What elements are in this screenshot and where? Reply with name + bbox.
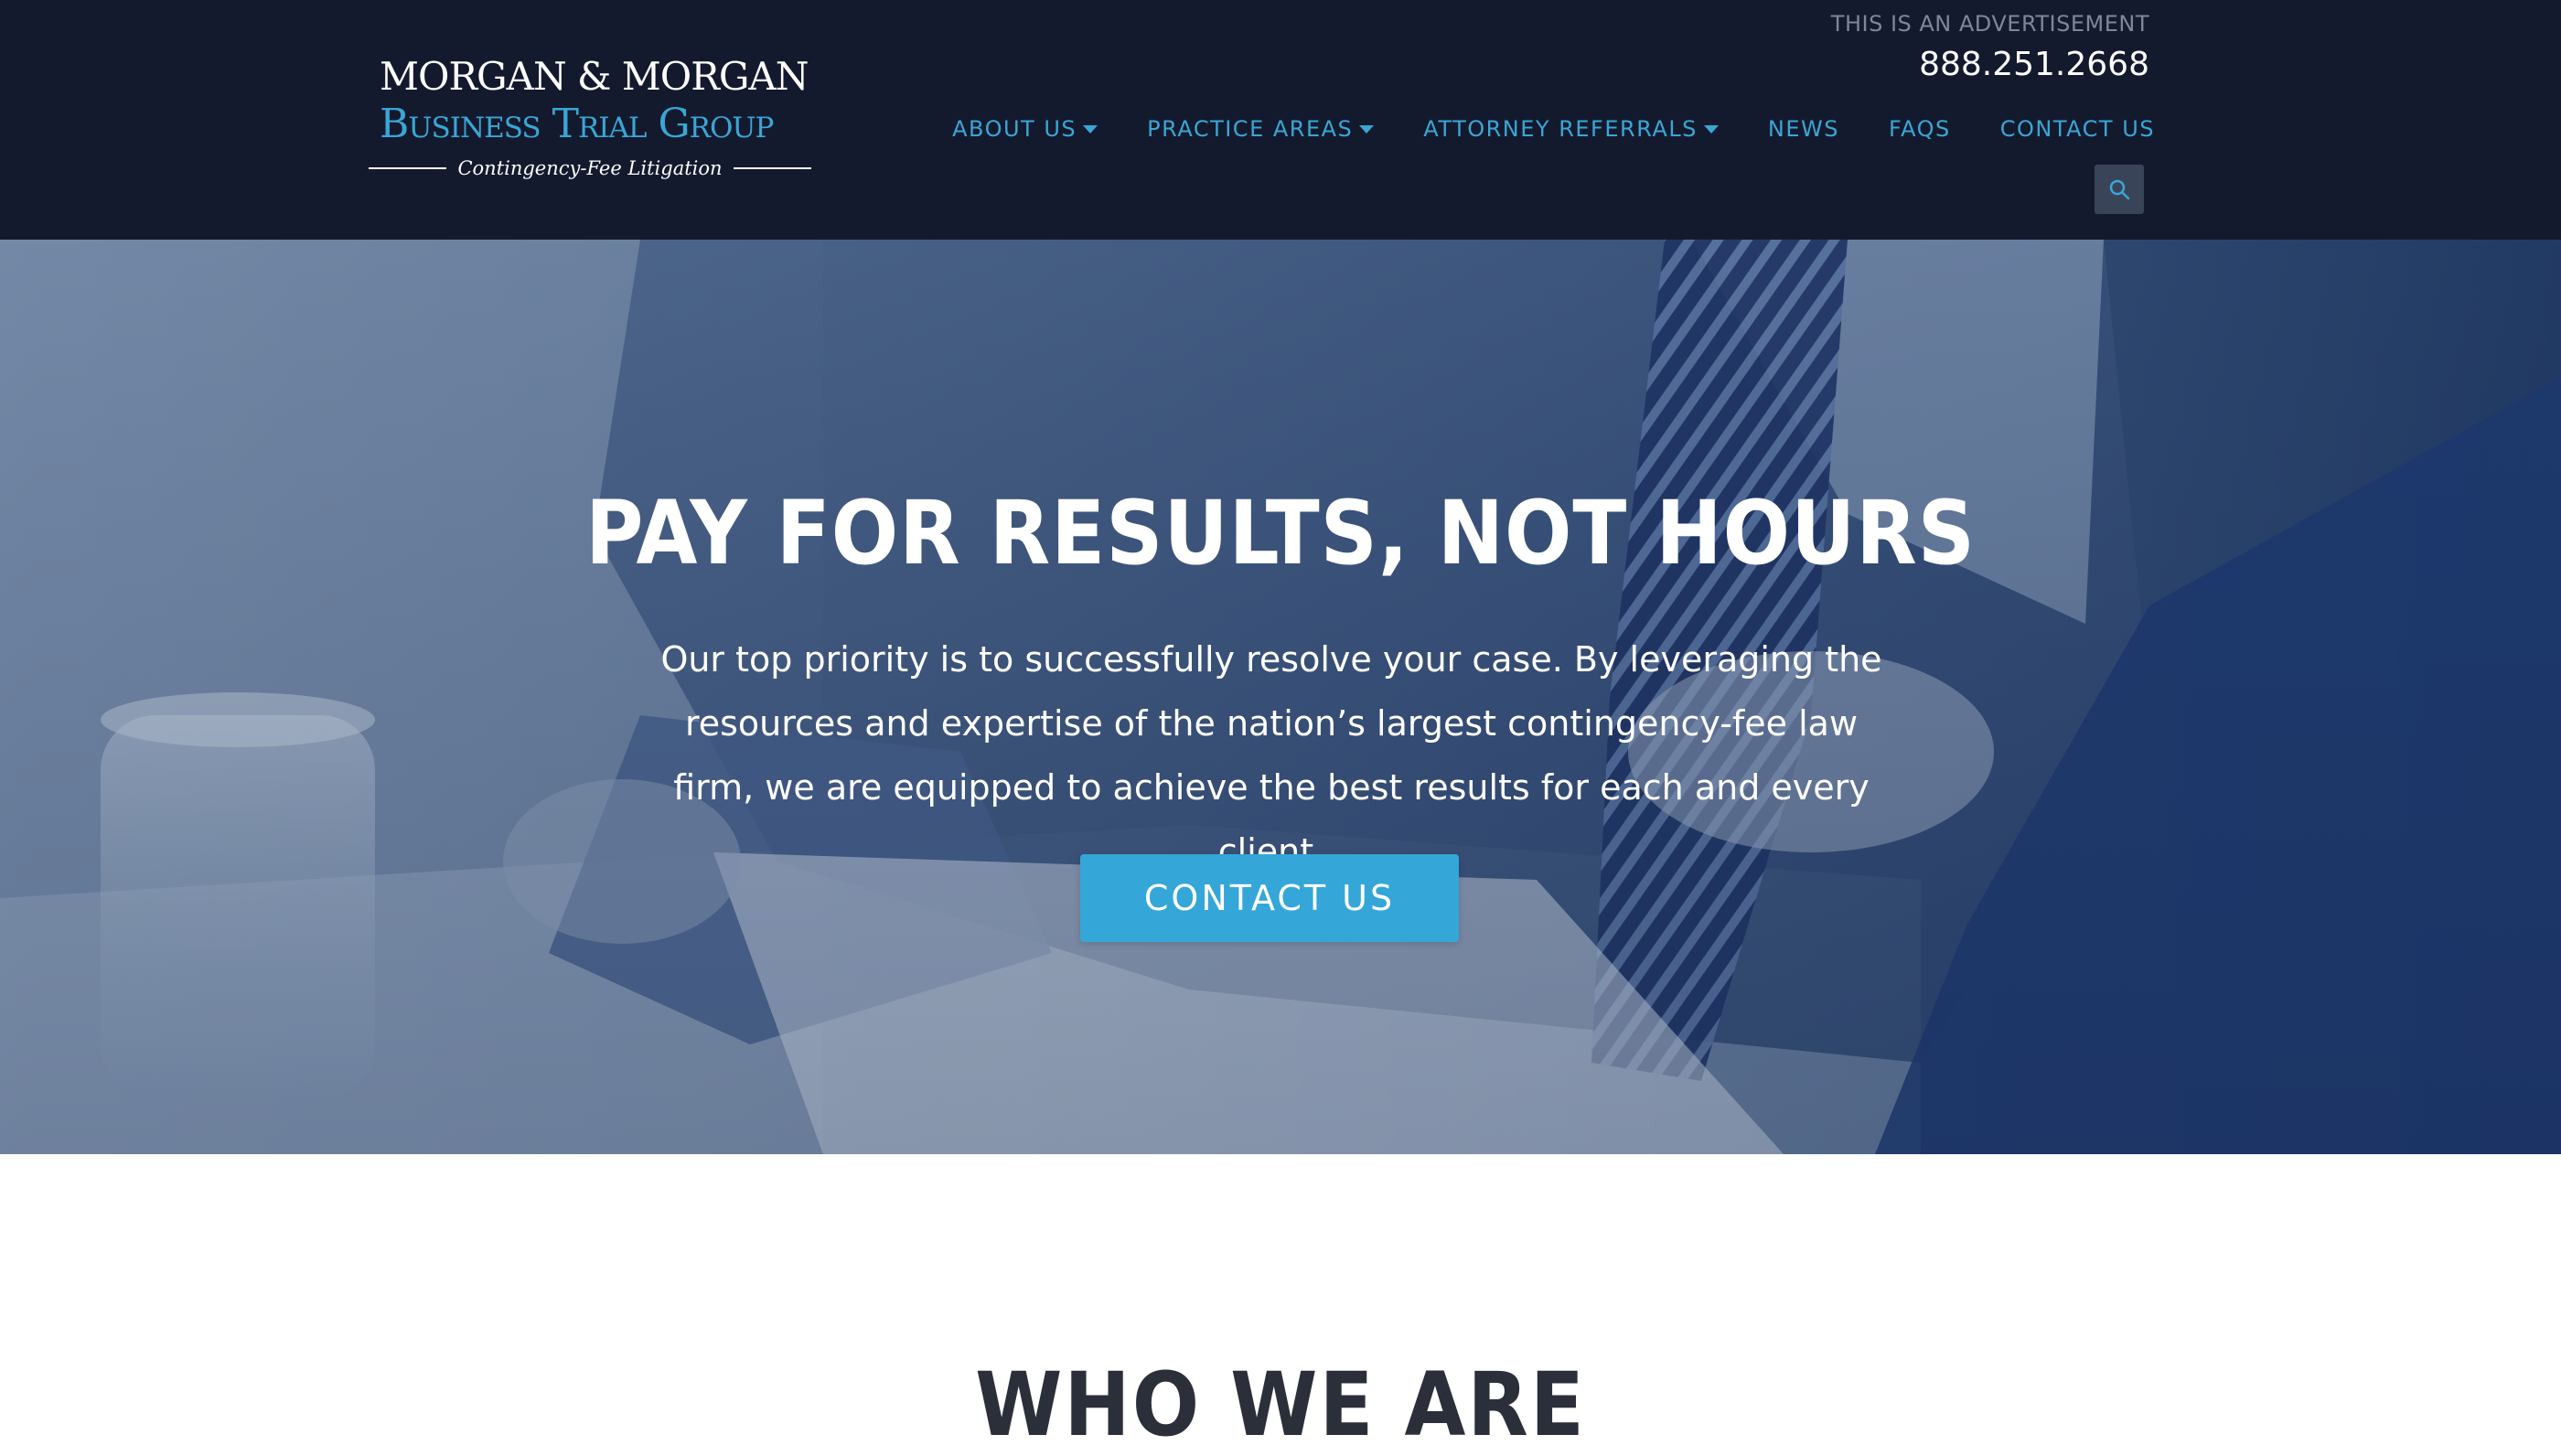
advertisement-notice: THIS IS AN ADVERTISEMENT xyxy=(1830,11,2149,37)
logo-rule-right xyxy=(733,167,811,169)
logo-firm-name: MORGAN & MORGAN xyxy=(380,54,809,99)
site-logo[interactable]: MORGAN & MORGAN Business Trial Group Con… xyxy=(369,53,811,183)
nav-item-label: ATTORNEY REFERRALS xyxy=(1423,116,1698,142)
phone-link[interactable]: 888.251.2668 xyxy=(1919,46,2149,83)
nav-item-faqs[interactable]: FAQS xyxy=(1889,116,1951,142)
hero-banner: PAY FOR RESULTS, NOT HOURS Our top prior… xyxy=(0,240,2561,1154)
nav-item-label: CONTACT US xyxy=(1999,116,2155,142)
caret-down-icon xyxy=(1083,124,1098,134)
nav-item-practice-areas[interactable]: PRACTICE AREAS xyxy=(1147,116,1375,142)
nav-item-label: FAQS xyxy=(1889,116,1951,142)
contact-us-button[interactable]: CONTACT US xyxy=(1080,854,1459,942)
caret-down-icon xyxy=(1703,124,1719,134)
section-title-who-we-are: WHO WE ARE xyxy=(975,1354,1586,1456)
logo-tagline-row: Contingency-Fee Litigation xyxy=(369,154,811,183)
nav-item-label: PRACTICE AREAS xyxy=(1147,116,1354,142)
hero-description: Our top priority is to successfully reso… xyxy=(660,639,1882,872)
nav-item-attorney-referrals[interactable]: ATTORNEY REFERRALS xyxy=(1423,116,1719,142)
nav-item-label: NEWS xyxy=(1767,116,1840,142)
search-button[interactable] xyxy=(2095,165,2144,214)
main-nav: ABOUT US PRACTICE AREAS ATTORNEY REFERRA… xyxy=(952,112,2155,146)
site-header: MORGAN & MORGAN Business Trial Group Con… xyxy=(0,0,2561,240)
nav-item-news[interactable]: NEWS xyxy=(1768,116,1839,142)
nav-item-label: ABOUT US xyxy=(952,116,1077,142)
logo-group-name: Business Trial Group xyxy=(380,101,774,147)
caret-down-icon xyxy=(1359,124,1375,134)
logo-tagline: Contingency-Fee Litigation xyxy=(457,157,723,179)
nav-item-about-us[interactable]: ABOUT US xyxy=(952,116,1098,142)
hero-title: PAY FOR RESULTS, NOT HOURS xyxy=(585,482,1976,584)
search-icon xyxy=(2109,179,2130,200)
nav-item-contact-us[interactable]: CONTACT US xyxy=(2000,116,2155,142)
logo-rule-left xyxy=(369,167,447,169)
